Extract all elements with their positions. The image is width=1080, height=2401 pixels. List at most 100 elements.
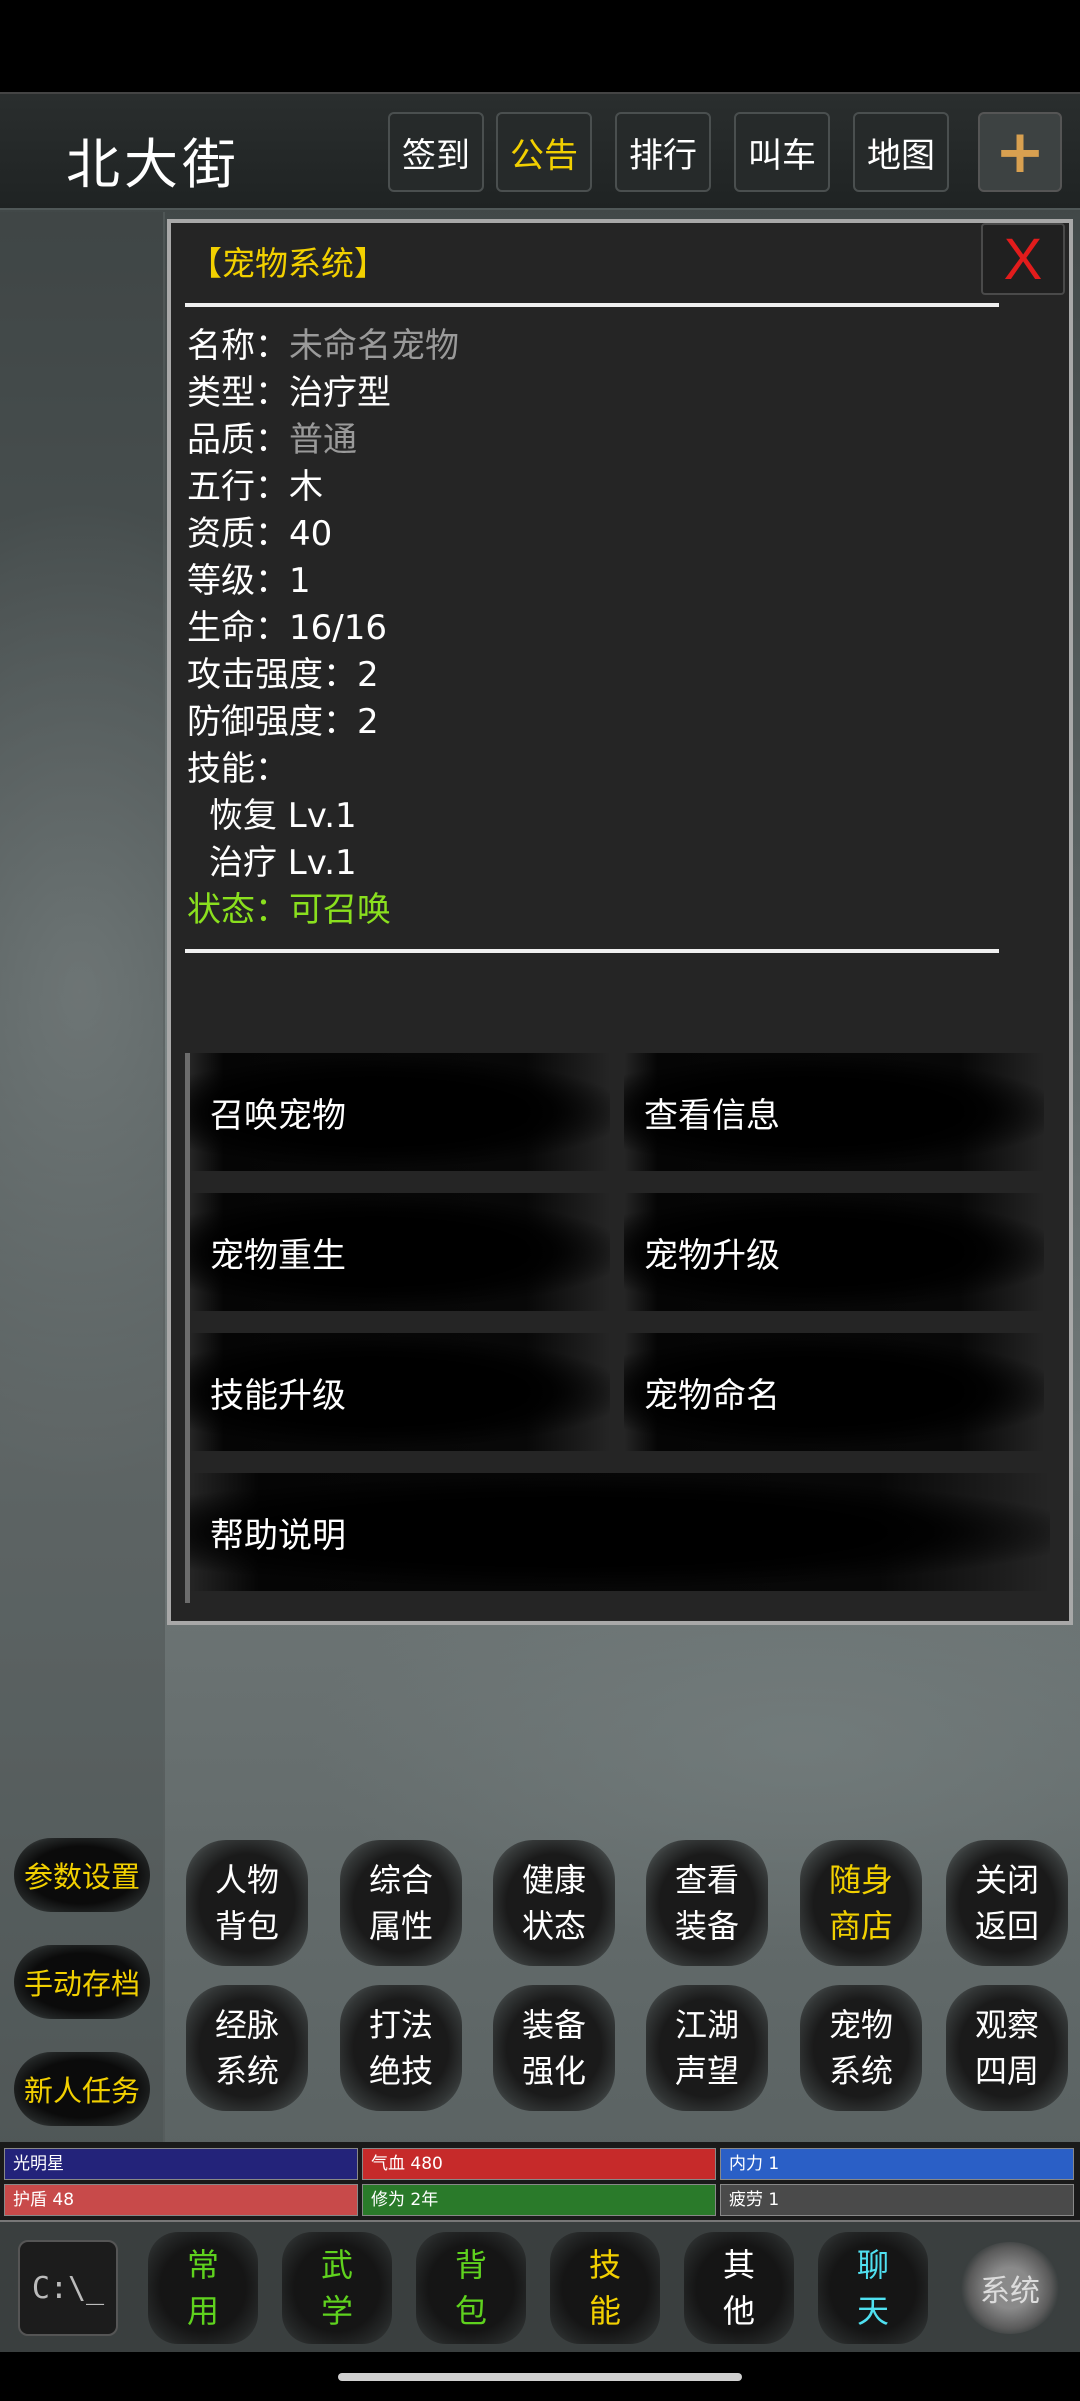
- console-icon[interactable]: C:\_: [18, 2240, 118, 2336]
- field-label: 五行：: [187, 467, 289, 507]
- divider: [185, 303, 999, 307]
- location-title: 北大街: [66, 133, 240, 196]
- shield-bar: 护盾 48: [4, 2184, 358, 2216]
- tab-line: 天: [856, 2292, 889, 2330]
- fn-line: 商店: [828, 1907, 893, 1945]
- stat-bars: 光明星 气血 480 内力 1 护盾 48 修为 2年 疲劳 1: [0, 2142, 1080, 2220]
- tab-skills[interactable]: 技能: [550, 2232, 660, 2344]
- call-car-button[interactable]: 叫车: [734, 112, 830, 192]
- status-bar: [0, 0, 1080, 92]
- game-screen: 北大街 签到 公告 排行 叫车 地图 + 【宠物系统】 X 名称：未命名宠物 类…: [0, 92, 1080, 2352]
- field-label: 类型：: [187, 373, 289, 413]
- fn-line: 状态: [521, 1907, 586, 1945]
- tab-martial-arts[interactable]: 武学: [282, 2232, 392, 2344]
- info-row: 类型：治疗型: [187, 370, 459, 417]
- pet-info: 名称：未命名宠物 类型：治疗型 品质：普通 五行：木 资质：40 等级：1 生命…: [187, 323, 459, 934]
- field-value: 2: [357, 655, 379, 695]
- tab-common[interactable]: 常用: [148, 2232, 258, 2344]
- help-button[interactable]: 帮助说明: [190, 1473, 1050, 1591]
- field-value: 16/16: [289, 608, 387, 648]
- character-bag-button[interactable]: 人物 背包: [186, 1840, 308, 1966]
- fn-line: 江湖: [674, 2006, 739, 2044]
- pet-rebirth-button[interactable]: 宠物重生: [190, 1193, 610, 1311]
- skill-entry: 恢复 Lv.1: [209, 796, 357, 836]
- ranking-button[interactable]: 排行: [615, 112, 711, 192]
- gear-icon[interactable]: 系统: [960, 2242, 1060, 2334]
- hp-bar: 气血 480: [362, 2148, 716, 2180]
- left-rail: [0, 212, 165, 2352]
- tab-chat[interactable]: 聊天: [818, 2232, 928, 2344]
- field-value: 未命名宠物: [289, 326, 459, 366]
- plus-icon[interactable]: +: [978, 112, 1062, 192]
- field-value: 1: [289, 561, 311, 601]
- fn-line: 装备: [674, 1907, 739, 1945]
- view-info-button[interactable]: 查看信息: [624, 1053, 1044, 1171]
- field-value: 治疗型: [289, 373, 391, 413]
- settings-button[interactable]: 参数设置: [14, 1838, 150, 1912]
- pet-upgrade-button[interactable]: 宠物升级: [624, 1193, 1044, 1311]
- map-button[interactable]: 地图: [853, 112, 949, 192]
- tab-line: 用: [186, 2292, 219, 2330]
- field-label: 攻击强度：: [187, 655, 357, 695]
- portable-shop-button[interactable]: 随身 商店: [800, 1840, 922, 1966]
- equip-enhance-button[interactable]: 装备 强化: [493, 1985, 615, 2111]
- tab-line: 聊: [856, 2246, 889, 2284]
- health-status-button[interactable]: 健康 状态: [493, 1840, 615, 1966]
- fn-line: 绝技: [368, 2052, 433, 2090]
- home-indicator[interactable]: [338, 2373, 742, 2381]
- cultivation-bar: 修为 2年: [362, 2184, 716, 2216]
- field-label: 资质：: [187, 514, 289, 554]
- close-return-button[interactable]: 关闭 返回: [946, 1840, 1068, 1966]
- announcement-button[interactable]: 公告: [496, 112, 592, 192]
- info-row: 五行：木: [187, 464, 459, 511]
- tab-line: 技: [588, 2246, 621, 2284]
- tab-line: 武: [320, 2246, 353, 2284]
- field-label: 品质：: [187, 420, 289, 460]
- skill-upgrade-button[interactable]: 技能升级: [190, 1333, 610, 1451]
- tab-line: 常: [186, 2246, 219, 2284]
- look-around-button[interactable]: 观察 四周: [946, 1985, 1068, 2111]
- divider: [185, 949, 999, 953]
- field-label: 名称：: [187, 326, 289, 366]
- field-label: 等级：: [187, 561, 289, 601]
- field-value: 2: [357, 702, 379, 742]
- close-icon[interactable]: X: [981, 223, 1065, 295]
- skill-entry: 治疗 Lv.1: [209, 843, 357, 883]
- combat-skills-button[interactable]: 打法 绝技: [340, 1985, 462, 2111]
- fn-line: 系统: [828, 2052, 893, 2090]
- pet-rename-button[interactable]: 宠物命名: [624, 1333, 1044, 1451]
- fn-line: 打法: [368, 2006, 433, 2044]
- tab-other[interactable]: 其他: [684, 2232, 794, 2344]
- view-equipment-button[interactable]: 查看 装备: [646, 1840, 768, 1966]
- mana-bar: 内力 1: [720, 2148, 1074, 2180]
- info-row: 攻击强度：2: [187, 652, 459, 699]
- fatigue-bar: 疲劳 1: [720, 2184, 1074, 2216]
- fn-line: 人物: [214, 1861, 279, 1899]
- reputation-button[interactable]: 江湖 声望: [646, 1985, 768, 2111]
- field-label: 防御强度：: [187, 702, 357, 742]
- top-header: 北大街 签到 公告 排行 叫车 地图 +: [0, 92, 1080, 210]
- info-row: 技能：: [187, 746, 459, 793]
- fn-line: 声望: [674, 2052, 739, 2090]
- tab-backpack[interactable]: 背包: [416, 2232, 526, 2344]
- newbie-quest-button[interactable]: 新人任务: [14, 2052, 150, 2126]
- fn-line: 四周: [974, 2052, 1039, 2090]
- attributes-button[interactable]: 综合 属性: [340, 1840, 462, 1966]
- info-row: 资质：40: [187, 511, 459, 558]
- pet-actions: 召唤宠物 查看信息 宠物重生 宠物升级 技能升级 宠物命名 帮助说明: [185, 1053, 1065, 1603]
- field-label: 生命：: [187, 608, 289, 648]
- summon-pet-button[interactable]: 召唤宠物: [190, 1053, 610, 1171]
- fn-line: 背包: [214, 1907, 279, 1945]
- tab-line: 背: [454, 2246, 487, 2284]
- info-row: 名称：未命名宠物: [187, 323, 459, 370]
- fn-line: 属性: [368, 1907, 433, 1945]
- info-row: 防御强度：2: [187, 699, 459, 746]
- checkin-button[interactable]: 签到: [388, 112, 484, 192]
- pet-system-button[interactable]: 宠物 系统: [800, 1985, 922, 2111]
- manual-save-button[interactable]: 手动存档: [14, 1945, 150, 2019]
- panel-title: 【宠物系统】: [189, 244, 387, 283]
- fn-line: 随身: [828, 1861, 893, 1899]
- info-row: 品质：普通: [187, 417, 459, 464]
- meridian-system-button[interactable]: 经脉 系统: [186, 1985, 308, 2111]
- fn-line: 查看: [674, 1861, 739, 1899]
